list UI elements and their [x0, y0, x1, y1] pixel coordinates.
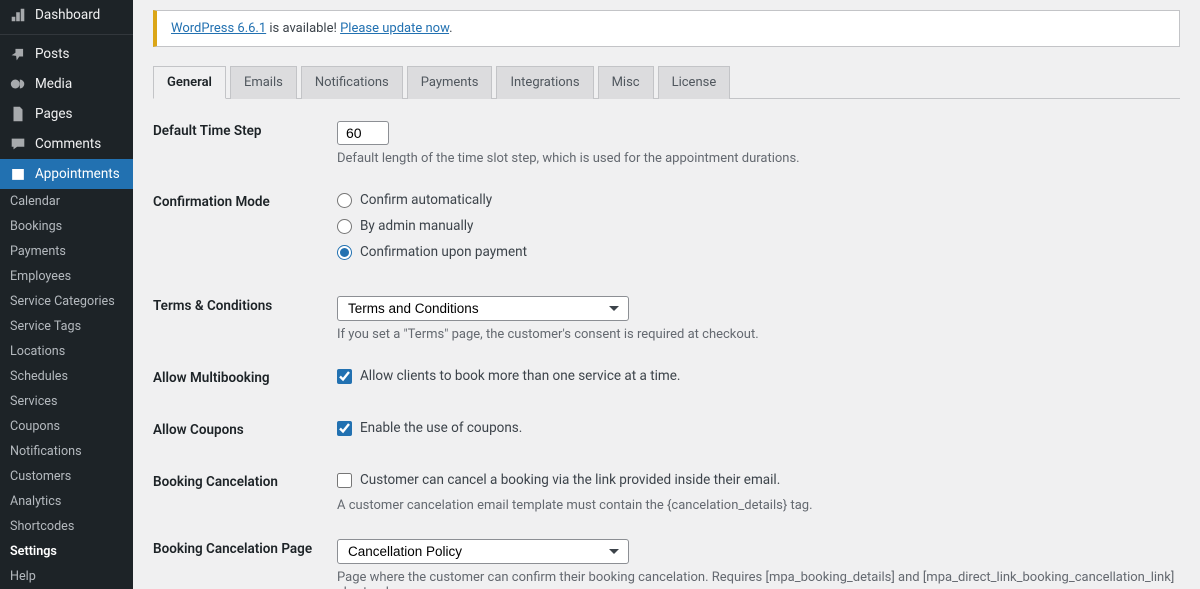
coupons-text: Enable the use of coupons. — [360, 420, 522, 436]
cancel-page-desc: Page where the customer can confirm thei… — [337, 570, 1180, 589]
sidebar-sub-service-tags[interactable]: Service Tags — [0, 314, 133, 339]
confirm-radio[interactable] — [337, 245, 352, 260]
update-notice: WordPress 6.6.1 is available! Please upd… — [153, 10, 1180, 47]
sidebar-sub-locations[interactable]: Locations — [0, 339, 133, 364]
sidebar-sub-coupons[interactable]: Coupons — [0, 414, 133, 439]
sidebar-item-comments[interactable]: Comments — [0, 129, 133, 159]
sidebar-sub-settings[interactable]: Settings — [0, 539, 133, 564]
time-step-desc: Default length of the time slot step, wh… — [337, 151, 1180, 166]
tab-notifications[interactable]: Notifications — [301, 66, 403, 99]
settings-page: WordPress 6.6.1 is available! Please upd… — [133, 0, 1200, 589]
sidebar-sub-schedules[interactable]: Schedules — [0, 364, 133, 389]
wp-version-link[interactable]: WordPress 6.6.1 — [171, 21, 266, 36]
sidebar-item-posts[interactable]: Posts — [0, 39, 133, 69]
multi-label: Allow Multibooking — [153, 368, 337, 394]
pin-icon — [9, 45, 27, 63]
confirm-label: Confirmation Mode — [153, 192, 337, 270]
cancel-checkbox[interactable] — [337, 473, 352, 488]
tab-payments[interactable]: Payments — [407, 66, 493, 99]
sidebar-sub-notifications[interactable]: Notifications — [0, 439, 133, 464]
media-icon — [9, 75, 27, 93]
sidebar-sub-analytics[interactable]: Analytics — [0, 489, 133, 514]
cancel-page-label: Booking Cancelation Page — [153, 539, 337, 589]
sidebar-item-media[interactable]: Media — [0, 69, 133, 99]
admin-sidebar: Dashboard PostsMediaPagesCommentsAppointm… — [0, 0, 133, 589]
terms-desc: If you set a "Terms" page, the customer'… — [337, 327, 1180, 342]
confirm-radio[interactable] — [337, 219, 352, 234]
multi-text: Allow clients to book more than one serv… — [360, 368, 680, 384]
cancel-label: Booking Cancelation — [153, 472, 337, 513]
multi-checkbox[interactable] — [337, 369, 352, 384]
sidebar-sub-calendar[interactable]: Calendar — [0, 189, 133, 214]
coupons-checkbox[interactable] — [337, 421, 352, 436]
cancel-text: Customer can cancel a booking via the li… — [360, 472, 780, 488]
sidebar-sub-payments[interactable]: Payments — [0, 239, 133, 264]
dash-icon — [9, 6, 27, 24]
cancel-desc: A customer cancelation email template mu… — [337, 498, 1180, 513]
sidebar-sub-bookings[interactable]: Bookings — [0, 214, 133, 239]
sidebar-sub-service-categories[interactable]: Service Categories — [0, 289, 133, 314]
tab-emails[interactable]: Emails — [230, 66, 297, 99]
sidebar-sub-customers[interactable]: Customers — [0, 464, 133, 489]
cal-icon — [9, 165, 27, 183]
update-now-link[interactable]: Please update now — [340, 21, 449, 36]
sidebar-sub-employees[interactable]: Employees — [0, 264, 133, 289]
time-step-input[interactable] — [337, 121, 389, 145]
settings-tabs: GeneralEmailsNotificationsPaymentsIntegr… — [153, 65, 1180, 99]
tab-misc[interactable]: Misc — [598, 66, 654, 99]
sidebar-item-pages[interactable]: Pages — [0, 99, 133, 129]
sidebar-item-appointments[interactable]: Appointments — [0, 159, 133, 189]
tab-integrations[interactable]: Integrations — [496, 66, 593, 99]
tab-license[interactable]: License — [658, 66, 731, 99]
terms-label: Terms & Conditions — [153, 296, 337, 342]
page-icon — [9, 105, 27, 123]
sidebar-sub-services[interactable]: Services — [0, 389, 133, 414]
confirm-radio[interactable] — [337, 193, 352, 208]
cancel-page-select[interactable]: Cancellation Policy — [337, 539, 629, 564]
comment-icon — [9, 135, 27, 153]
time-step-label: Default Time Step — [153, 121, 337, 166]
tab-general[interactable]: General — [153, 66, 226, 99]
sidebar-item-dashboard[interactable]: Dashboard — [0, 0, 133, 30]
sidebar-sub-help[interactable]: Help — [0, 564, 133, 589]
coupons-label: Allow Coupons — [153, 420, 337, 446]
terms-select[interactable]: Terms and Conditions — [337, 296, 629, 321]
sidebar-sub-shortcodes[interactable]: Shortcodes — [0, 514, 133, 539]
